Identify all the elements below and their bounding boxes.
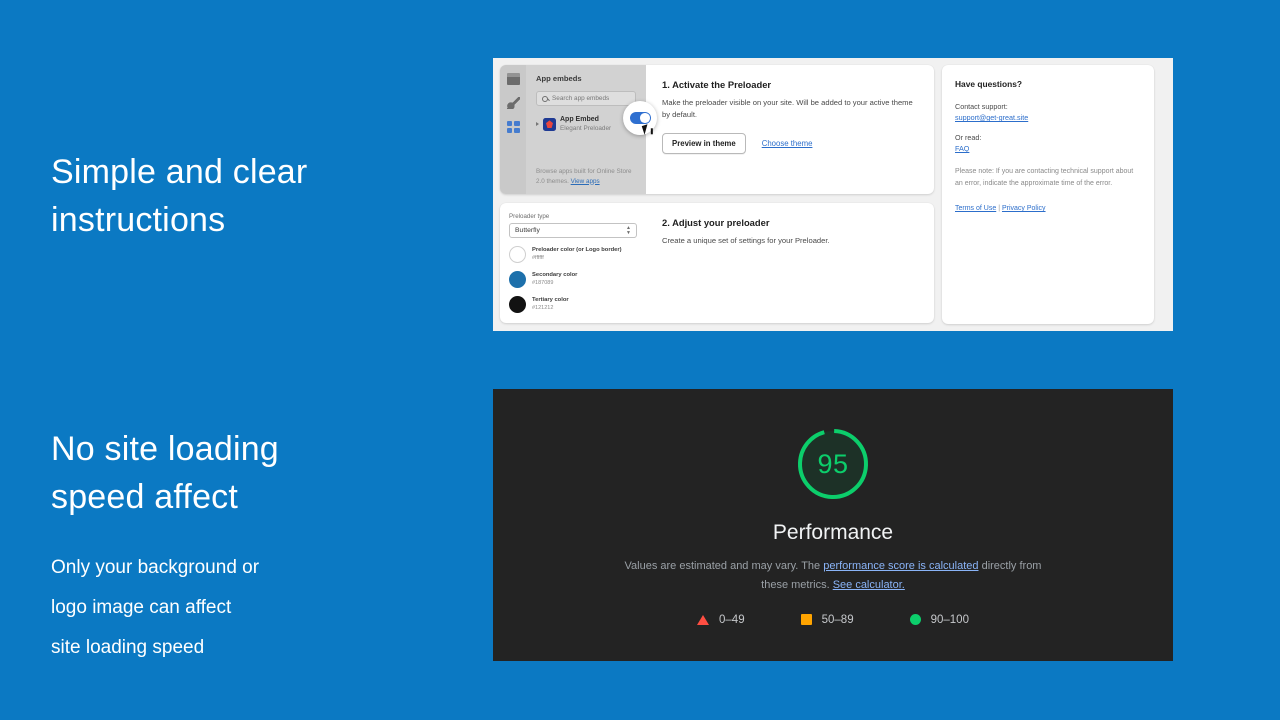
app-embeds-search-input[interactable]: Search app embeds <box>536 91 636 106</box>
lighthouse-performance-screenshot: 95 Performance Values are estimated and … <box>493 389 1173 661</box>
secondary-color-hex: #187089 <box>532 279 554 286</box>
copy-block-simple-clear: Simple and clear instructions <box>51 148 441 244</box>
tertiary-color-label: Tertiary color <box>532 297 569 304</box>
performance-gauge: 95 <box>793 424 873 504</box>
choose-theme-link[interactable]: Choose theme <box>762 139 813 148</box>
secondary-color-swatch[interactable] <box>509 271 526 288</box>
preview-in-theme-button[interactable]: Preview in theme <box>662 133 746 155</box>
tertiary-color-hex: #121212 <box>532 304 554 311</box>
search-placeholder: Search app embeds <box>552 95 610 102</box>
help-title: Have questions? <box>955 79 1023 89</box>
preloader-color-hex: #ffffff <box>532 254 544 261</box>
preloader-color-label: Preloader color (or Logo border) <box>532 247 622 254</box>
preloader-settings-panel: Preloader type Butterfly ▲ ▼ Preloader co… <box>500 203 646 323</box>
contact-support-label: Contact support: <box>955 102 1008 111</box>
preloader-type-select[interactable]: Butterfly ▲ ▼ <box>509 223 637 238</box>
circle-icon <box>909 614 921 625</box>
view-apps-link[interactable]: View apps <box>571 178 600 185</box>
lighthouse-disclaimer: Values are estimated and may vary. The p… <box>623 557 1043 596</box>
disclaimer-text-1: Values are estimated and may vary. The <box>624 560 824 572</box>
theme-editor-icon-rail <box>500 65 526 194</box>
legend-range-average: 50–89 <box>821 613 854 626</box>
step-two-title: 2. Adjust your preloader <box>662 217 770 228</box>
shopify-main-column: App embeds Search app embeds App Embed E… <box>500 65 934 324</box>
app-embed-list-item[interactable]: App Embed Elegant Preloader <box>536 116 636 133</box>
slide-root: Simple and clear instructions No site lo… <box>0 0 1280 720</box>
chevron-updown-icon: ▲ ▼ <box>626 224 631 236</box>
triangle-icon <box>697 614 710 625</box>
legend-item-good: 90–100 <box>909 613 969 626</box>
headline-no-speed-affect: No site loading speed affect <box>51 430 279 516</box>
app-embeds-sidebar: App embeds Search app embeds App Embed E… <box>500 65 657 194</box>
faq-link[interactable]: FAQ <box>955 144 1141 153</box>
performance-score: 95 <box>817 448 849 479</box>
legal-separator: | <box>998 205 1001 213</box>
preloader-type-value: Butterfly <box>515 227 540 234</box>
app-embeds-title: App embeds <box>536 74 582 83</box>
legend-range-poor: 0–49 <box>719 613 745 626</box>
app-embed-toggle[interactable] <box>629 112 651 124</box>
help-note: Please note: If you are contacting techn… <box>955 168 1134 187</box>
subcopy-no-speed-affect: Only your background or logo image can a… <box>51 557 260 658</box>
secondary-color-label: Secondary color <box>532 272 578 279</box>
step-two-description: Create a unique set of settings for your… <box>662 236 830 245</box>
performance-score-calculated-link[interactable]: performance score is calculated <box>823 560 978 572</box>
headline-simple-clear: Simple and clear instructions <box>51 153 308 239</box>
help-column: Have questions? Contact support: support… <box>942 65 1154 324</box>
adjust-preloader-card: Preloader type Butterfly ▲ ▼ Preloader co… <box>500 203 934 323</box>
step-one-description: Make the preloader visible on your site.… <box>662 98 913 119</box>
search-icon <box>542 95 548 102</box>
chevron-right-icon[interactable] <box>536 122 539 127</box>
legend-range-good: 90–100 <box>930 613 969 626</box>
square-icon <box>800 614 812 625</box>
step-one-title: 1. Activate the Preloader <box>662 79 772 90</box>
tertiary-color-swatch[interactable] <box>509 296 526 313</box>
legal-links: Terms of Use | Privacy Policy <box>955 205 1141 212</box>
app-embed-name: App Embed <box>560 116 599 123</box>
app-embed-subtitle: Elegant Preloader <box>560 124 612 132</box>
score-legend: 0–49 50–89 90–100 <box>697 614 969 626</box>
preloader-type-label: Preloader type <box>509 213 550 220</box>
legend-item-average: 50–89 <box>800 613 854 626</box>
privacy-policy-link[interactable]: Privacy Policy <box>1002 205 1046 212</box>
copy-block-no-speed-affect: No site loading speed affect Only your b… <box>51 425 441 668</box>
terms-of-use-link[interactable]: Terms of Use <box>955 205 996 212</box>
app-logo-icon <box>543 117 556 131</box>
legend-item-poor: 0–49 <box>697 614 745 626</box>
color-setting-row[interactable]: Secondary color #187089 <box>509 271 637 288</box>
step-two-body: 2. Adjust your preloader Create a unique… <box>646 203 934 323</box>
step-one-body: 1. Activate the Preloader Make the prelo… <box>646 65 934 194</box>
shopify-admin-screenshot: App embeds Search app embeds App Embed E… <box>493 58 1173 331</box>
preloader-color-swatch[interactable] <box>509 246 526 263</box>
app-embeds-grid-icon[interactable] <box>506 121 520 133</box>
performance-label: Performance <box>772 521 894 544</box>
have-questions-card: Have questions? Contact support: support… <box>942 65 1154 324</box>
activate-preloader-card: App embeds Search app embeds App Embed E… <box>500 65 934 194</box>
color-setting-row[interactable]: Tertiary color #121212 <box>509 296 637 313</box>
see-calculator-link[interactable]: See calculator. <box>833 579 905 591</box>
support-email-link[interactable]: support@get-great.site <box>955 113 1141 122</box>
paint-brush-icon[interactable] <box>506 97 520 109</box>
layout-sections-icon[interactable] <box>506 73 520 85</box>
color-setting-row[interactable]: Preloader color (or Logo border) #ffffff <box>509 246 637 263</box>
app-embeds-footer: Browse apps built for Online Store 2.0 t… <box>536 167 638 186</box>
or-read-label: Or read: <box>955 133 982 142</box>
